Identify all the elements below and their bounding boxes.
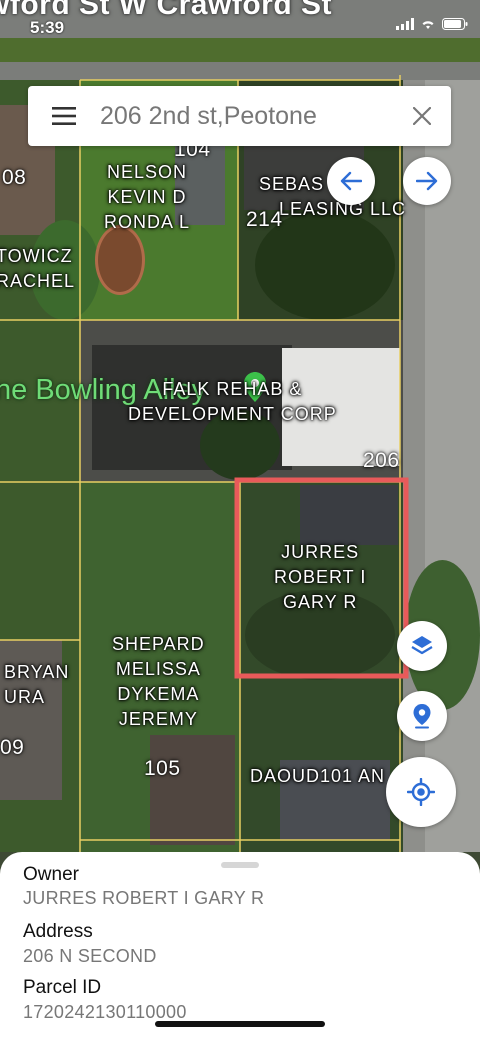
drop-pin-button[interactable]	[397, 691, 447, 741]
owner-line: KEVIN D	[107, 187, 187, 207]
owner-line: DYKEMA	[117, 684, 200, 704]
clear-search-button[interactable]	[393, 86, 451, 146]
owner-line: URA	[4, 687, 46, 707]
owner-label-bryan[interactable]: BRYAN URA	[4, 660, 69, 710]
sheet-drag-handle[interactable]	[221, 862, 259, 868]
owner-label-jurres[interactable]: JURRES ROBERT I GARY R	[274, 540, 366, 615]
hamburger-menu-icon	[52, 107, 76, 125]
owner-line: MELISSA	[115, 659, 201, 679]
cellular-signal-icon	[396, 18, 414, 30]
owner-label-kowicz[interactable]: TOWICZ RACHEL	[0, 244, 75, 294]
my-location-button[interactable]	[386, 757, 456, 827]
wifi-icon	[422, 21, 434, 29]
search-input[interactable]: 206 2nd st,Peotone	[100, 102, 393, 131]
owner-line: RONDA L	[104, 212, 191, 232]
parcel-number: 08	[2, 166, 27, 189]
crosshair-location-icon	[407, 778, 435, 806]
status-icons	[396, 18, 468, 30]
owner-value: JURRES ROBERT I GARY R	[23, 888, 265, 908]
owner-line: BRYAN	[4, 662, 70, 682]
owner-line: NELSON	[107, 162, 188, 182]
owner-label-shepard[interactable]: SHEPARD MELISSA DYKEMA JEREMY	[112, 632, 205, 732]
arrow-right-icon	[416, 171, 438, 191]
owner-line: GARY R	[282, 592, 358, 612]
parcel-id-label: Parcel ID	[23, 977, 102, 998]
search-bar[interactable]: 206 2nd st,Peotone	[28, 86, 451, 146]
map-pin-icon	[413, 704, 431, 729]
owner-label-daoud[interactable]: DAOUD101 AN	[250, 764, 385, 789]
parcel-number: 206	[363, 449, 400, 472]
parcel-number: 214	[246, 208, 283, 231]
owner-label-nelson[interactable]: NELSON KEVIN D RONDA L	[104, 160, 190, 235]
owner-line: SHEPARD	[112, 634, 205, 654]
owner-line: DEVELOPMENT CORP	[128, 404, 337, 424]
owner-line: JURRES	[281, 542, 360, 562]
owner-line: FALK REHAB &	[162, 379, 303, 399]
address-label: Address	[23, 921, 93, 942]
owner-line: TOWICZ	[0, 246, 73, 266]
owner-line: RACHEL	[0, 271, 76, 291]
forward-button[interactable]	[403, 157, 451, 205]
owner-line: ROBERT I	[274, 567, 367, 587]
layers-icon	[411, 636, 433, 655]
home-indicator[interactable]	[155, 1021, 325, 1027]
menu-button[interactable]	[28, 86, 100, 146]
parcel-number: 09	[0, 736, 25, 759]
owner-label-rehab[interactable]: FALK REHAB & DEVELOPMENT CORP	[128, 377, 337, 427]
address-value: 206 N SECOND	[23, 946, 157, 966]
owner-label: Owner	[23, 864, 79, 885]
status-time: 5:39	[30, 18, 65, 37]
parcel-id-value: 1720242130110000	[23, 1002, 187, 1022]
layers-button[interactable]	[397, 621, 447, 671]
battery-icon	[442, 18, 468, 30]
owner-line: JEREMY	[118, 709, 198, 729]
arrow-left-icon	[340, 171, 362, 191]
parcel-number: 105	[144, 757, 181, 780]
close-icon	[413, 107, 431, 125]
back-button[interactable]	[327, 157, 375, 205]
